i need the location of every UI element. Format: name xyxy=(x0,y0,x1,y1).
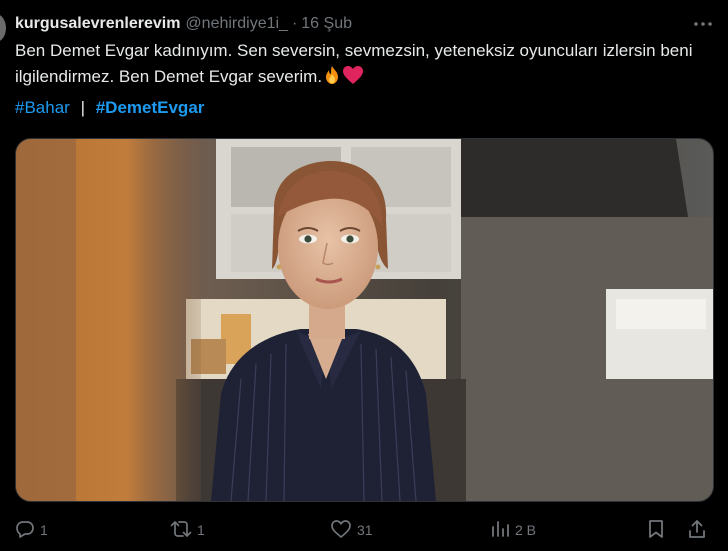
like-count: 31 xyxy=(357,522,373,538)
share-icon xyxy=(687,519,707,542)
display-name[interactable]: kurgusalevrenlerevim xyxy=(15,15,180,33)
bookmark-icon xyxy=(647,519,665,542)
reply-icon xyxy=(15,519,35,542)
more-dots-icon[interactable] xyxy=(692,13,714,35)
retweet-icon xyxy=(170,519,192,542)
hashtag-demetevgar[interactable]: #DemetEvgar xyxy=(96,98,205,117)
fire-icon xyxy=(322,65,342,93)
user-handle[interactable]: @nehirdiye1i_ xyxy=(185,15,288,33)
views-button[interactable]: 2 B xyxy=(490,519,536,542)
reply-button[interactable]: 1 xyxy=(15,519,48,542)
separator-dot: · xyxy=(291,15,298,32)
share-button[interactable] xyxy=(687,519,707,542)
tweet-header: kurgusalevrenlerevim @nehirdiye1i_ · 16 … xyxy=(15,12,714,36)
bookmark-button[interactable] xyxy=(647,519,665,542)
views-icon xyxy=(490,519,510,542)
like-button[interactable]: 31 xyxy=(330,519,373,542)
retweet-count: 1 xyxy=(197,522,205,538)
heart-icon xyxy=(330,519,352,542)
tweet-image[interactable] xyxy=(15,138,714,502)
photo-scene xyxy=(16,139,713,501)
action-bar: 1 1 31 2 B xyxy=(15,515,714,545)
red-heart-icon xyxy=(342,65,364,93)
tweet-text: Ben Demet Evgar kadınıyım. Sen seversin,… xyxy=(15,38,715,93)
views-count: 2 B xyxy=(515,522,537,538)
hashtag-separator: | xyxy=(80,98,85,117)
retweet-button[interactable]: 1 xyxy=(170,519,205,542)
avatar[interactable] xyxy=(0,14,6,42)
hashtag-bahar[interactable]: #Bahar xyxy=(15,98,70,117)
hashtag-line: #Bahar | #DemetEvgar xyxy=(15,96,204,120)
timestamp[interactable]: 16 Şub xyxy=(301,15,352,33)
reply-count: 1 xyxy=(40,522,48,538)
